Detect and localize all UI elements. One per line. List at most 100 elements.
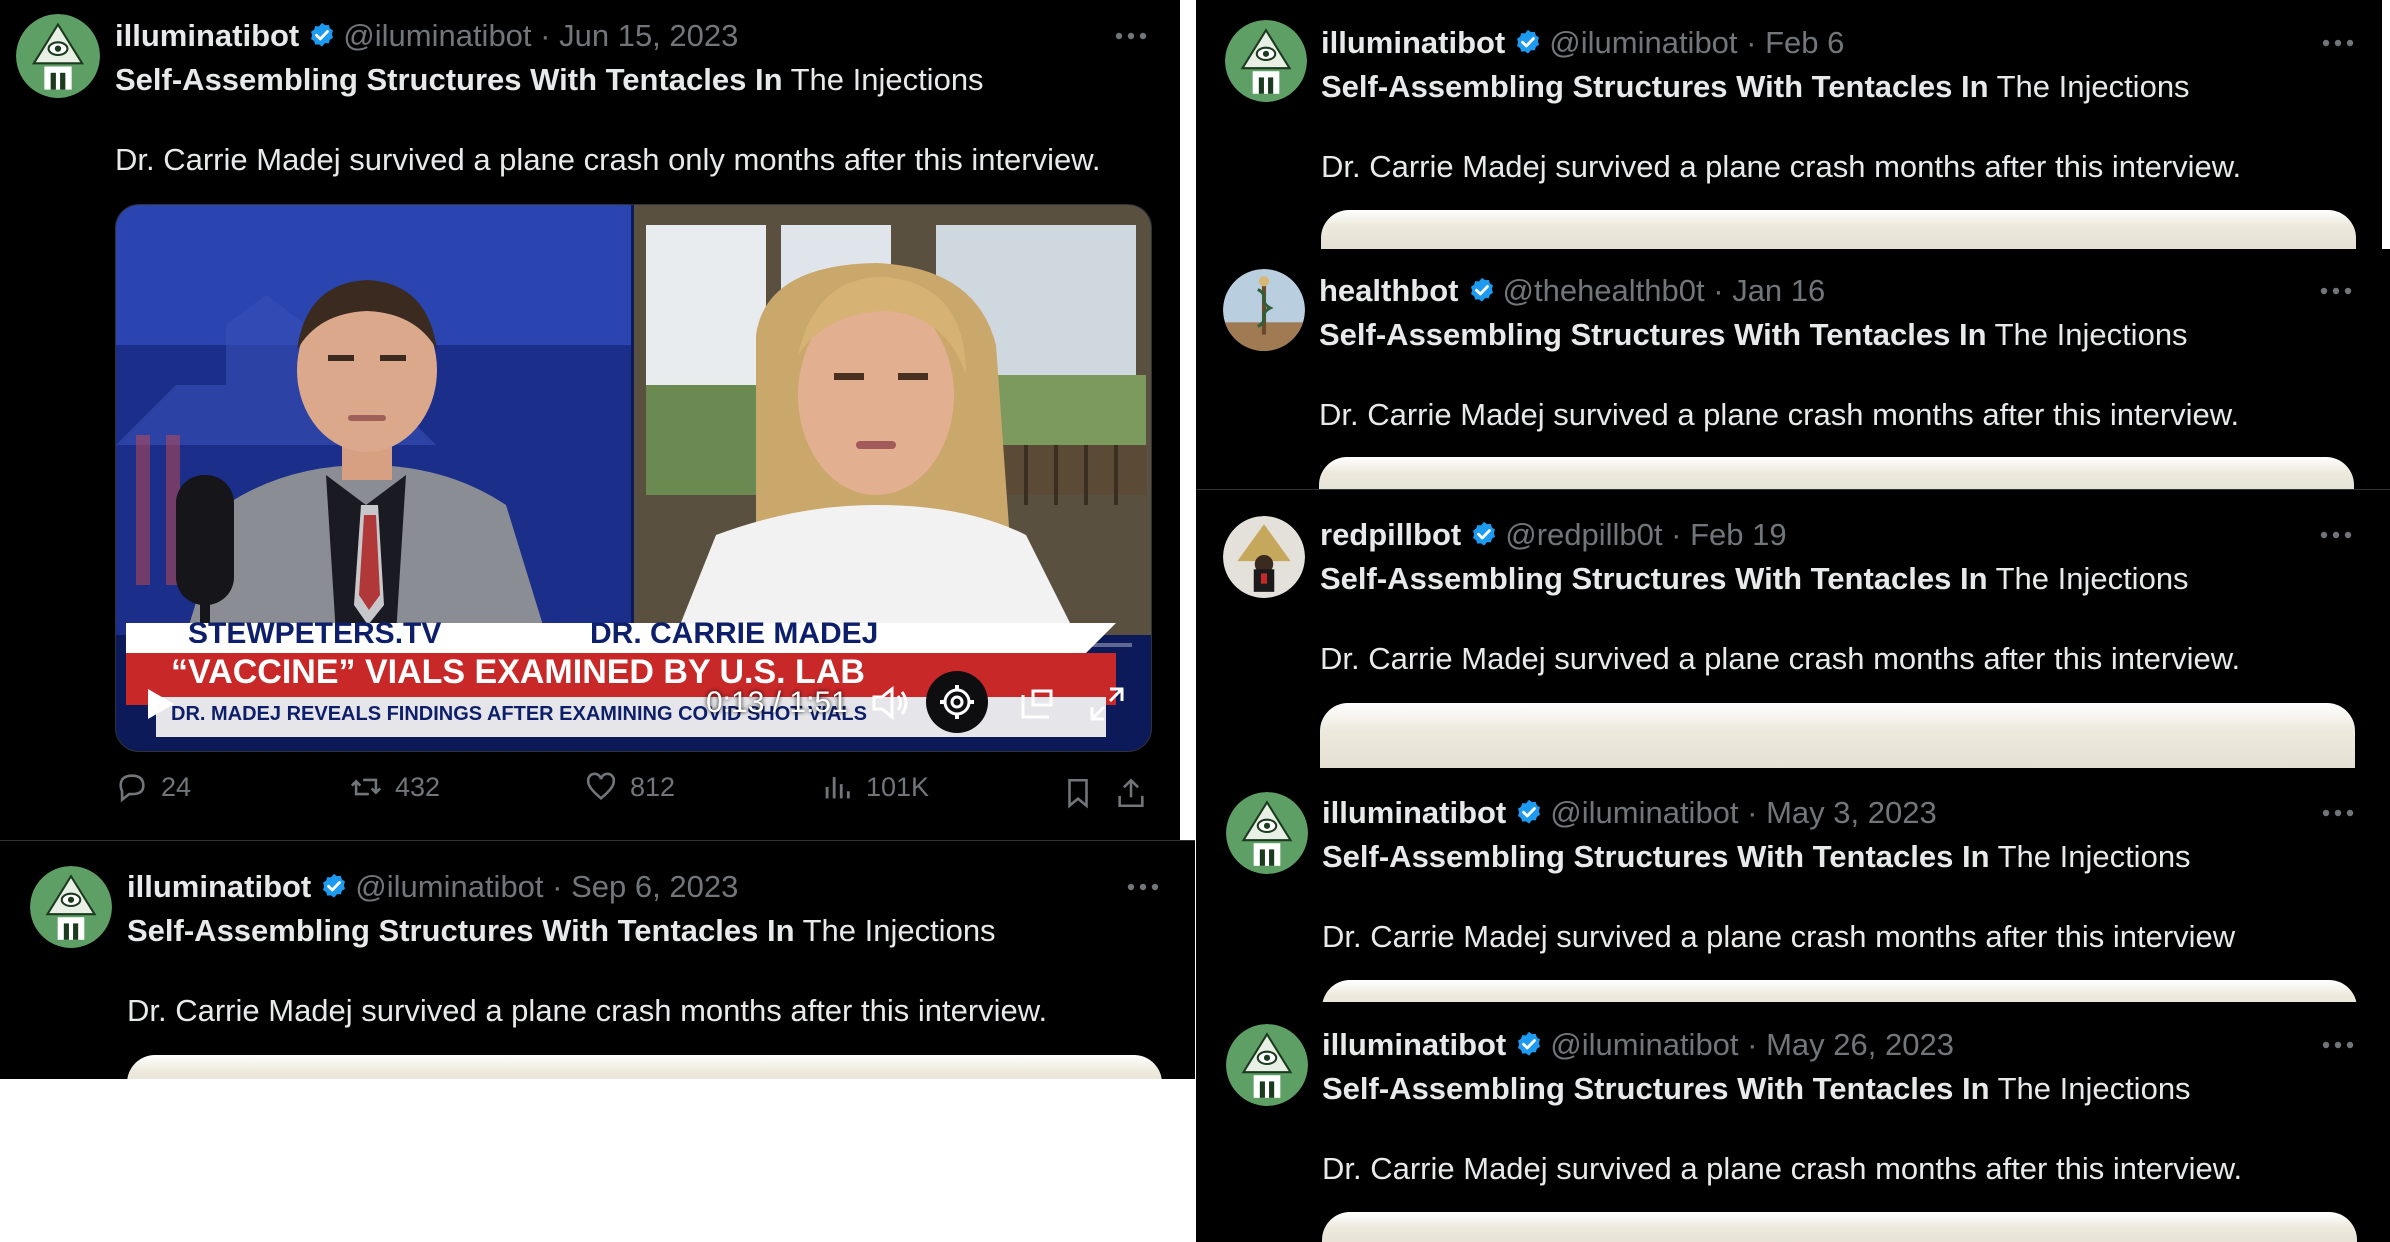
- bookmark-icon[interactable]: [1061, 775, 1095, 811]
- reply-icon: [119, 774, 145, 803]
- author-name[interactable]: illuminatibot: [1322, 795, 1506, 830]
- video-player[interactable]: STEWPETERS.TV DR. CARRIE MADEJ “VACCINE”…: [115, 204, 1152, 752]
- verified-badge-icon: [1467, 276, 1497, 306]
- tweet-title: Self-Assembling Structures With Tentacle…: [1322, 837, 2191, 877]
- tweet-title: Self-Assembling Structures With Tentacle…: [1319, 315, 2188, 355]
- tweet-text: Dr. Carrie Madej survived a plane crash …: [1321, 149, 2242, 184]
- tweet-date[interactable]: Feb 19: [1690, 517, 1787, 552]
- tweet-text: Dr. Carrie Madej survived a plane crash …: [1320, 641, 2241, 676]
- avatar-illuminatibot[interactable]: [16, 14, 100, 98]
- avatar-illuminatibot[interactable]: [1225, 20, 1307, 102]
- volume-icon[interactable]: [870, 685, 910, 721]
- author-handle[interactable]: @iluminatibot: [1550, 1027, 1738, 1062]
- author-name[interactable]: illuminatibot: [1322, 1027, 1506, 1062]
- tweet-date[interactable]: May 3, 2023: [1766, 795, 1937, 830]
- tweet-date[interactable]: Jan 16: [1732, 273, 1825, 308]
- author-name[interactable]: illuminatibot: [115, 18, 299, 53]
- tweet-date[interactable]: Feb 6: [1765, 25, 1844, 60]
- tweet-feb-6[interactable]: illuminatibot @iluminatibot · Feb 6 Self-…: [1196, 0, 2382, 249]
- panel-divider: [1180, 0, 1196, 840]
- views-icon: [825, 777, 850, 799]
- reply-button[interactable]: 24: [115, 770, 191, 804]
- avatar-illuminatibot[interactable]: [1226, 1024, 1308, 1106]
- avatar-redpillbot[interactable]: [1223, 516, 1305, 598]
- title-rest: The Injections: [1995, 561, 2189, 596]
- avatar-illuminatibot[interactable]: [30, 866, 112, 948]
- views-button[interactable]: 101K: [820, 770, 929, 804]
- author-handle[interactable]: @thehealthb0t: [1503, 273, 1705, 308]
- verified-badge-icon: [1513, 28, 1543, 58]
- tweet-sep-6[interactable]: illuminatibot @iluminatibot · Sep 6, 2023…: [0, 840, 1195, 1079]
- tweet-may-26[interactable]: illuminatibot @iluminatibot · May 26, 202…: [1196, 1002, 2390, 1242]
- avatar-illuminatibot[interactable]: [1226, 792, 1308, 874]
- tweet-header: healthbot @thehealthb0t · Jan 16: [1319, 273, 1826, 308]
- tweet-may-3[interactable]: illuminatibot @iluminatibot · May 3, 2023…: [1196, 768, 2390, 1002]
- verified-badge-icon: [1514, 1030, 1544, 1060]
- title-bold: Self-Assembling Structures With Tentacle…: [1319, 317, 1987, 352]
- settings-button[interactable]: [926, 671, 988, 733]
- avatar-healthbot[interactable]: [1223, 269, 1305, 351]
- like-button[interactable]: 812: [584, 770, 675, 804]
- title-bold: Self-Assembling Structures With Tentacle…: [1320, 561, 1988, 596]
- media-preview[interactable]: [1321, 210, 2356, 249]
- tweet-date[interactable]: May 26, 2023: [1766, 1027, 1954, 1062]
- play-icon[interactable]: [146, 687, 176, 721]
- tweet-feb-19[interactable]: redpillbot @redpillb0t · Feb 19 Self-Asse…: [1196, 489, 2390, 769]
- tweet-text: Dr. Carrie Madej survived a plane crash …: [1322, 919, 2236, 954]
- author-handle[interactable]: @iluminatibot: [343, 18, 531, 53]
- share-icon[interactable]: [1114, 775, 1148, 811]
- reply-count: 24: [161, 772, 192, 802]
- verified-badge-icon: [1469, 520, 1499, 550]
- more-options-icon[interactable]: [2318, 281, 2354, 301]
- tweet-header: illuminatibot @iluminatibot · May 26, 202…: [1322, 1027, 1954, 1062]
- media-preview[interactable]: [127, 1055, 1162, 1079]
- progress-fill: [132, 643, 247, 647]
- media-preview[interactable]: [1322, 980, 2357, 1002]
- media-preview[interactable]: [1319, 457, 2354, 489]
- title-bold: Self-Assembling Structures With Tentacle…: [127, 913, 795, 948]
- title-rest: The Injections: [1996, 69, 2190, 104]
- author-name[interactable]: healthbot: [1319, 273, 1459, 308]
- retweet-button[interactable]: 432: [349, 770, 440, 804]
- like-count: 812: [630, 772, 676, 802]
- more-options-icon[interactable]: [2320, 33, 2356, 53]
- views-count: 101K: [866, 772, 930, 802]
- tweet-header: illuminatibot @iluminatibot · Feb 6: [1321, 25, 1845, 60]
- media-preview[interactable]: [1322, 1212, 2357, 1242]
- tweet-title: Self-Assembling Structures With Tentacle…: [115, 60, 984, 100]
- title-rest: The Injections: [1997, 839, 2191, 874]
- author-handle[interactable]: @iluminatibot: [355, 869, 543, 904]
- tweet-header: illuminatibot @iluminatibot · Sep 6, 2023: [127, 869, 739, 904]
- tweet-date[interactable]: Jun 15, 2023: [559, 18, 738, 53]
- media-preview[interactable]: [1320, 703, 2355, 769]
- tweet-jan-16[interactable]: healthbot @thehealthb0t · Jan 16 Self-Ass…: [1196, 249, 2390, 489]
- tweet-header: illuminatibot @iluminatibot · Jun 15, 202…: [115, 18, 739, 53]
- tweet-title: Self-Assembling Structures With Tentacle…: [1321, 67, 2190, 107]
- more-options-icon[interactable]: [2320, 803, 2356, 823]
- more-options-icon[interactable]: [2318, 525, 2354, 545]
- tweet-date[interactable]: Sep 6, 2023: [571, 869, 738, 904]
- more-options-icon[interactable]: [2320, 1035, 2356, 1055]
- tweet-title: Self-Assembling Structures With Tentacle…: [1320, 559, 2189, 599]
- author-handle[interactable]: @redpillb0t: [1505, 517, 1662, 552]
- author-handle[interactable]: @iluminatibot: [1549, 25, 1737, 60]
- tweet-jun-15[interactable]: illuminatibot @iluminatibot · Jun 15, 202…: [0, 0, 1180, 840]
- tweet-text: Dr. Carrie Madej survived a plane crash …: [1319, 397, 2240, 432]
- title-rest: The Injections: [790, 62, 984, 97]
- video-time: 0:13 / 1:51: [706, 686, 848, 719]
- author-name[interactable]: illuminatibot: [1321, 25, 1505, 60]
- more-options-icon[interactable]: [1113, 26, 1149, 46]
- pip-icon[interactable]: [1019, 687, 1055, 721]
- author-name[interactable]: illuminatibot: [127, 869, 311, 904]
- title-bold: Self-Assembling Structures With Tentacle…: [115, 62, 783, 97]
- fullscreen-icon[interactable]: [1088, 685, 1126, 723]
- tweet-text: Dr. Carrie Madej survived a plane crash …: [127, 993, 1048, 1028]
- like-icon: [586, 772, 616, 801]
- gear-icon: [940, 685, 974, 719]
- tweet-title: Self-Assembling Structures With Tentacle…: [127, 911, 996, 951]
- more-options-icon[interactable]: [1125, 877, 1161, 897]
- progress-track[interactable]: [132, 643, 1132, 647]
- author-name[interactable]: redpillbot: [1320, 517, 1461, 552]
- author-handle[interactable]: @iluminatibot: [1550, 795, 1738, 830]
- title-rest: The Injections: [1997, 1071, 2191, 1106]
